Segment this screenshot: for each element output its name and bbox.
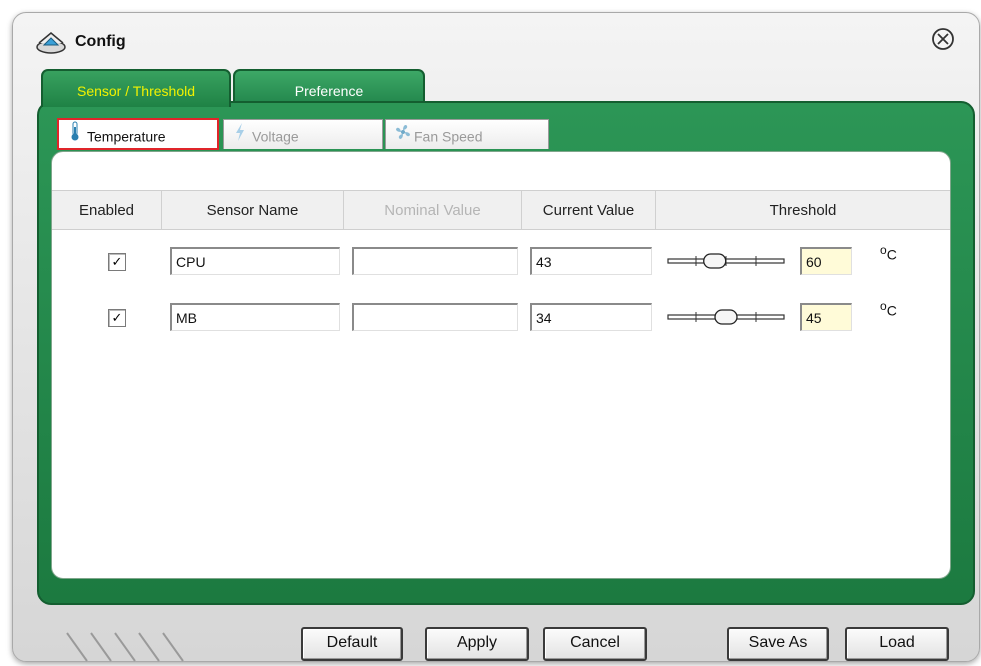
celsius-unit: oC bbox=[880, 243, 897, 263]
tab-temperature-label: Temperature bbox=[87, 128, 166, 145]
enabled-checkbox[interactable]: ✓ bbox=[108, 309, 126, 327]
nominal-value-field[interactable] bbox=[352, 247, 518, 275]
current-value-field[interactable]: 34 bbox=[530, 303, 652, 331]
tab-fan-speed[interactable]: Fan Speed bbox=[385, 119, 549, 149]
config-window: Config Sensor / Threshold Preference Tem… bbox=[12, 12, 980, 662]
enabled-checkbox[interactable]: ✓ bbox=[108, 253, 126, 271]
threshold-field[interactable]: 60 bbox=[800, 247, 852, 275]
table-header: Enabled Sensor Name Nominal Value Curren… bbox=[52, 190, 950, 230]
threshold-field[interactable]: 45 bbox=[800, 303, 852, 331]
threshold-slider[interactable] bbox=[666, 251, 786, 271]
column-enabled: Enabled bbox=[52, 191, 162, 229]
tab-voltage[interactable]: Voltage bbox=[223, 119, 383, 149]
fan-icon bbox=[394, 121, 410, 151]
cancel-button[interactable]: Cancel bbox=[543, 627, 647, 661]
lightning-icon bbox=[232, 121, 248, 151]
sensor-name-field[interactable]: CPU bbox=[170, 247, 340, 275]
tab-voltage-label: Voltage bbox=[252, 128, 299, 145]
table-row: ✓ CPU 43 60 oC bbox=[52, 243, 950, 281]
column-nominal-value: Nominal Value bbox=[344, 191, 522, 229]
thermometer-icon bbox=[67, 121, 83, 151]
close-icon[interactable] bbox=[931, 27, 955, 51]
config-drive-icon bbox=[36, 32, 66, 54]
column-current-value: Current Value bbox=[522, 191, 656, 229]
tab-fan-speed-label: Fan Speed bbox=[414, 128, 483, 145]
nominal-value-field[interactable] bbox=[352, 303, 518, 331]
table-row: ✓ MB 34 45 oC bbox=[52, 299, 950, 337]
column-sensor-name: Sensor Name bbox=[162, 191, 344, 229]
save-as-button[interactable]: Save As bbox=[727, 627, 829, 661]
load-button[interactable]: Load bbox=[845, 627, 949, 661]
apply-button[interactable]: Apply bbox=[425, 627, 529, 661]
tab-sensor-threshold[interactable]: Sensor / Threshold bbox=[41, 69, 231, 107]
default-button[interactable]: Default bbox=[301, 627, 403, 661]
sensor-name-field[interactable]: MB bbox=[170, 303, 340, 331]
celsius-unit: oC bbox=[880, 299, 897, 319]
sensor-threshold-panel: Temperature Voltage Fan Speed Enabled Se… bbox=[37, 101, 975, 605]
sensor-table-panel: Enabled Sensor Name Nominal Value Curren… bbox=[51, 151, 951, 579]
tab-sensor-threshold-label: Sensor / Threshold bbox=[76, 83, 196, 99]
window-title: Config bbox=[75, 33, 126, 50]
tab-preference-label: Preference bbox=[294, 83, 364, 99]
threshold-slider[interactable] bbox=[666, 307, 786, 327]
column-threshold: Threshold bbox=[769, 202, 837, 219]
tab-temperature[interactable]: Temperature bbox=[57, 118, 219, 150]
current-value-field[interactable]: 43 bbox=[530, 247, 652, 275]
resize-grip-icon bbox=[66, 632, 184, 662]
